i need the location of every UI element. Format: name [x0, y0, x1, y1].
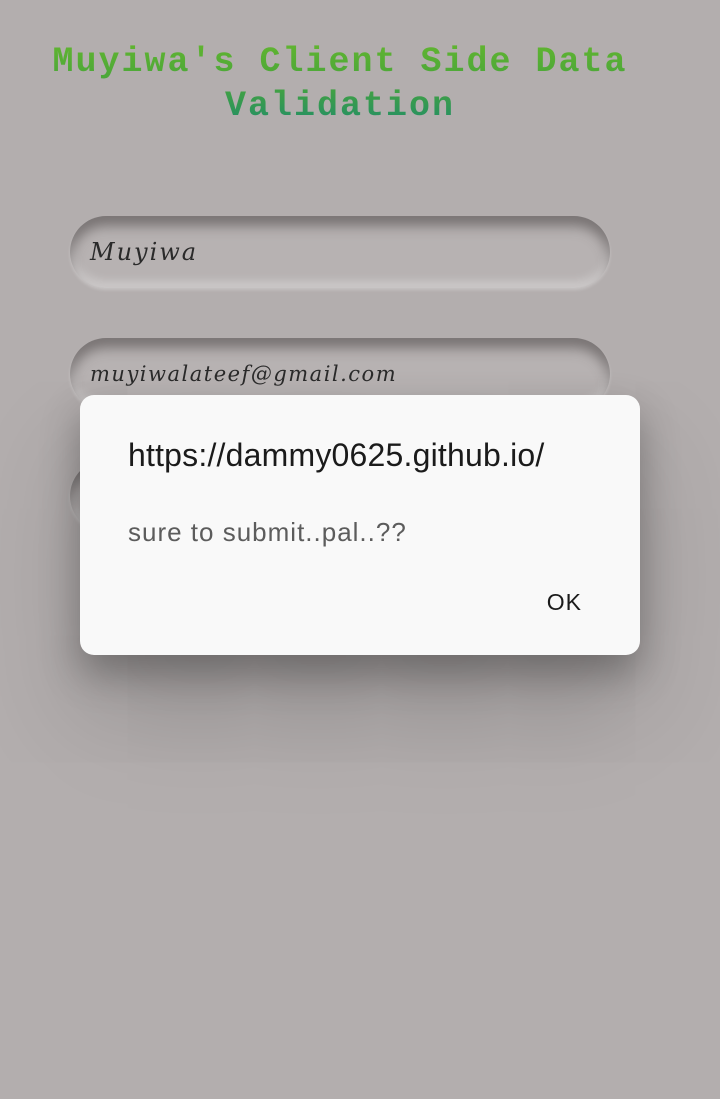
alert-dialog: https://dammy0625.github.io/ sure to sub…	[80, 395, 640, 655]
dialog-message: sure to submit..pal..??	[128, 517, 407, 547]
dialog-origin-title: https://dammy0625.github.io/	[128, 437, 545, 473]
ok-button[interactable]: OK	[541, 585, 588, 620]
